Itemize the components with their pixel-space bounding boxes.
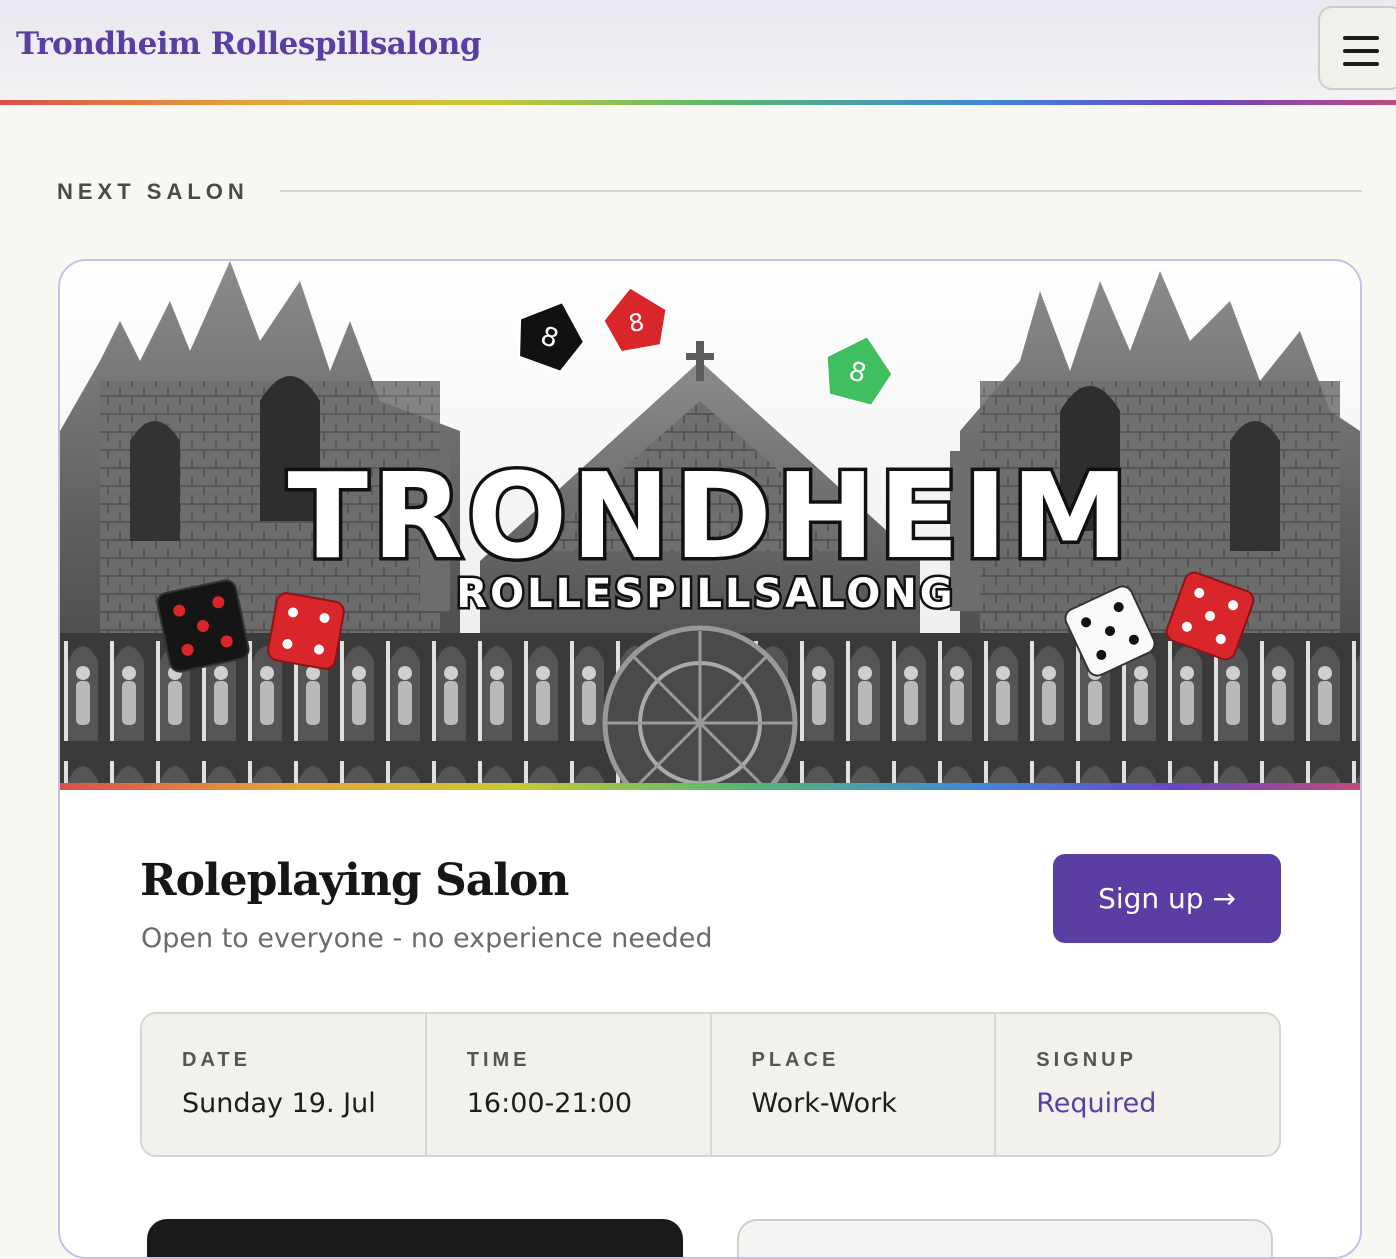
event-card: TRONDHEIM ROLLESPILLSALONG 8 8 8 Rolepla… xyxy=(58,259,1362,1259)
menu-line xyxy=(1343,36,1379,40)
cathedral-banner-illustration: TRONDHEIM ROLLESPILLSALONG 8 8 8 xyxy=(60,261,1360,783)
header-rainbow-divider xyxy=(0,100,1396,105)
menu-line xyxy=(1343,62,1379,66)
banner-title-text: TRONDHEIM xyxy=(287,447,1132,585)
site-title[interactable]: Trondheim Rollespillsalong xyxy=(16,26,482,62)
next-card-image-left xyxy=(147,1219,683,1257)
black-d6-die-icon xyxy=(156,579,250,673)
red-d6-die-icon xyxy=(267,592,345,670)
banner-rainbow-divider xyxy=(60,783,1360,790)
detail-label: TIME xyxy=(466,1049,531,1071)
event-banner-image: TRONDHEIM ROLLESPILLSALONG 8 8 8 xyxy=(60,261,1360,783)
detail-value: 16:00-21:00 xyxy=(466,1088,633,1119)
section-divider xyxy=(280,190,1362,192)
sign-up-button[interactable]: Sign up → xyxy=(1053,854,1281,943)
hamburger-menu-icon[interactable] xyxy=(1318,6,1396,90)
detail-signup: SIGNUP Required xyxy=(996,1014,1279,1155)
event-details-panel: DATE Sunday 19. Jul TIME 16:00-21:00 PLA… xyxy=(140,1012,1281,1157)
menu-line xyxy=(1343,49,1379,53)
detail-time: TIME 16:00-21:00 xyxy=(427,1014,712,1155)
detail-value: Work-Work xyxy=(751,1088,897,1119)
detail-value: Required xyxy=(1036,1088,1157,1119)
detail-label: SIGNUP xyxy=(1036,1049,1137,1071)
detail-label: DATE xyxy=(182,1049,251,1071)
detail-value: Sunday 19. Jul xyxy=(182,1088,376,1119)
banner-subtitle-text: ROLLESPILLSALONG xyxy=(456,571,955,617)
detail-place: PLACE Work-Work xyxy=(712,1014,997,1155)
detail-label: PLACE xyxy=(751,1049,840,1071)
next-card-image-right xyxy=(737,1219,1273,1257)
event-title: Roleplaying Salon xyxy=(140,855,569,906)
site-header: Trondheim Rollespillsalong xyxy=(0,0,1396,105)
detail-date: DATE Sunday 19. Jul xyxy=(142,1014,427,1155)
section-heading-next-salon: NEXT SALON xyxy=(57,179,249,204)
event-subtitle: Open to everyone - no experience needed xyxy=(141,923,713,954)
